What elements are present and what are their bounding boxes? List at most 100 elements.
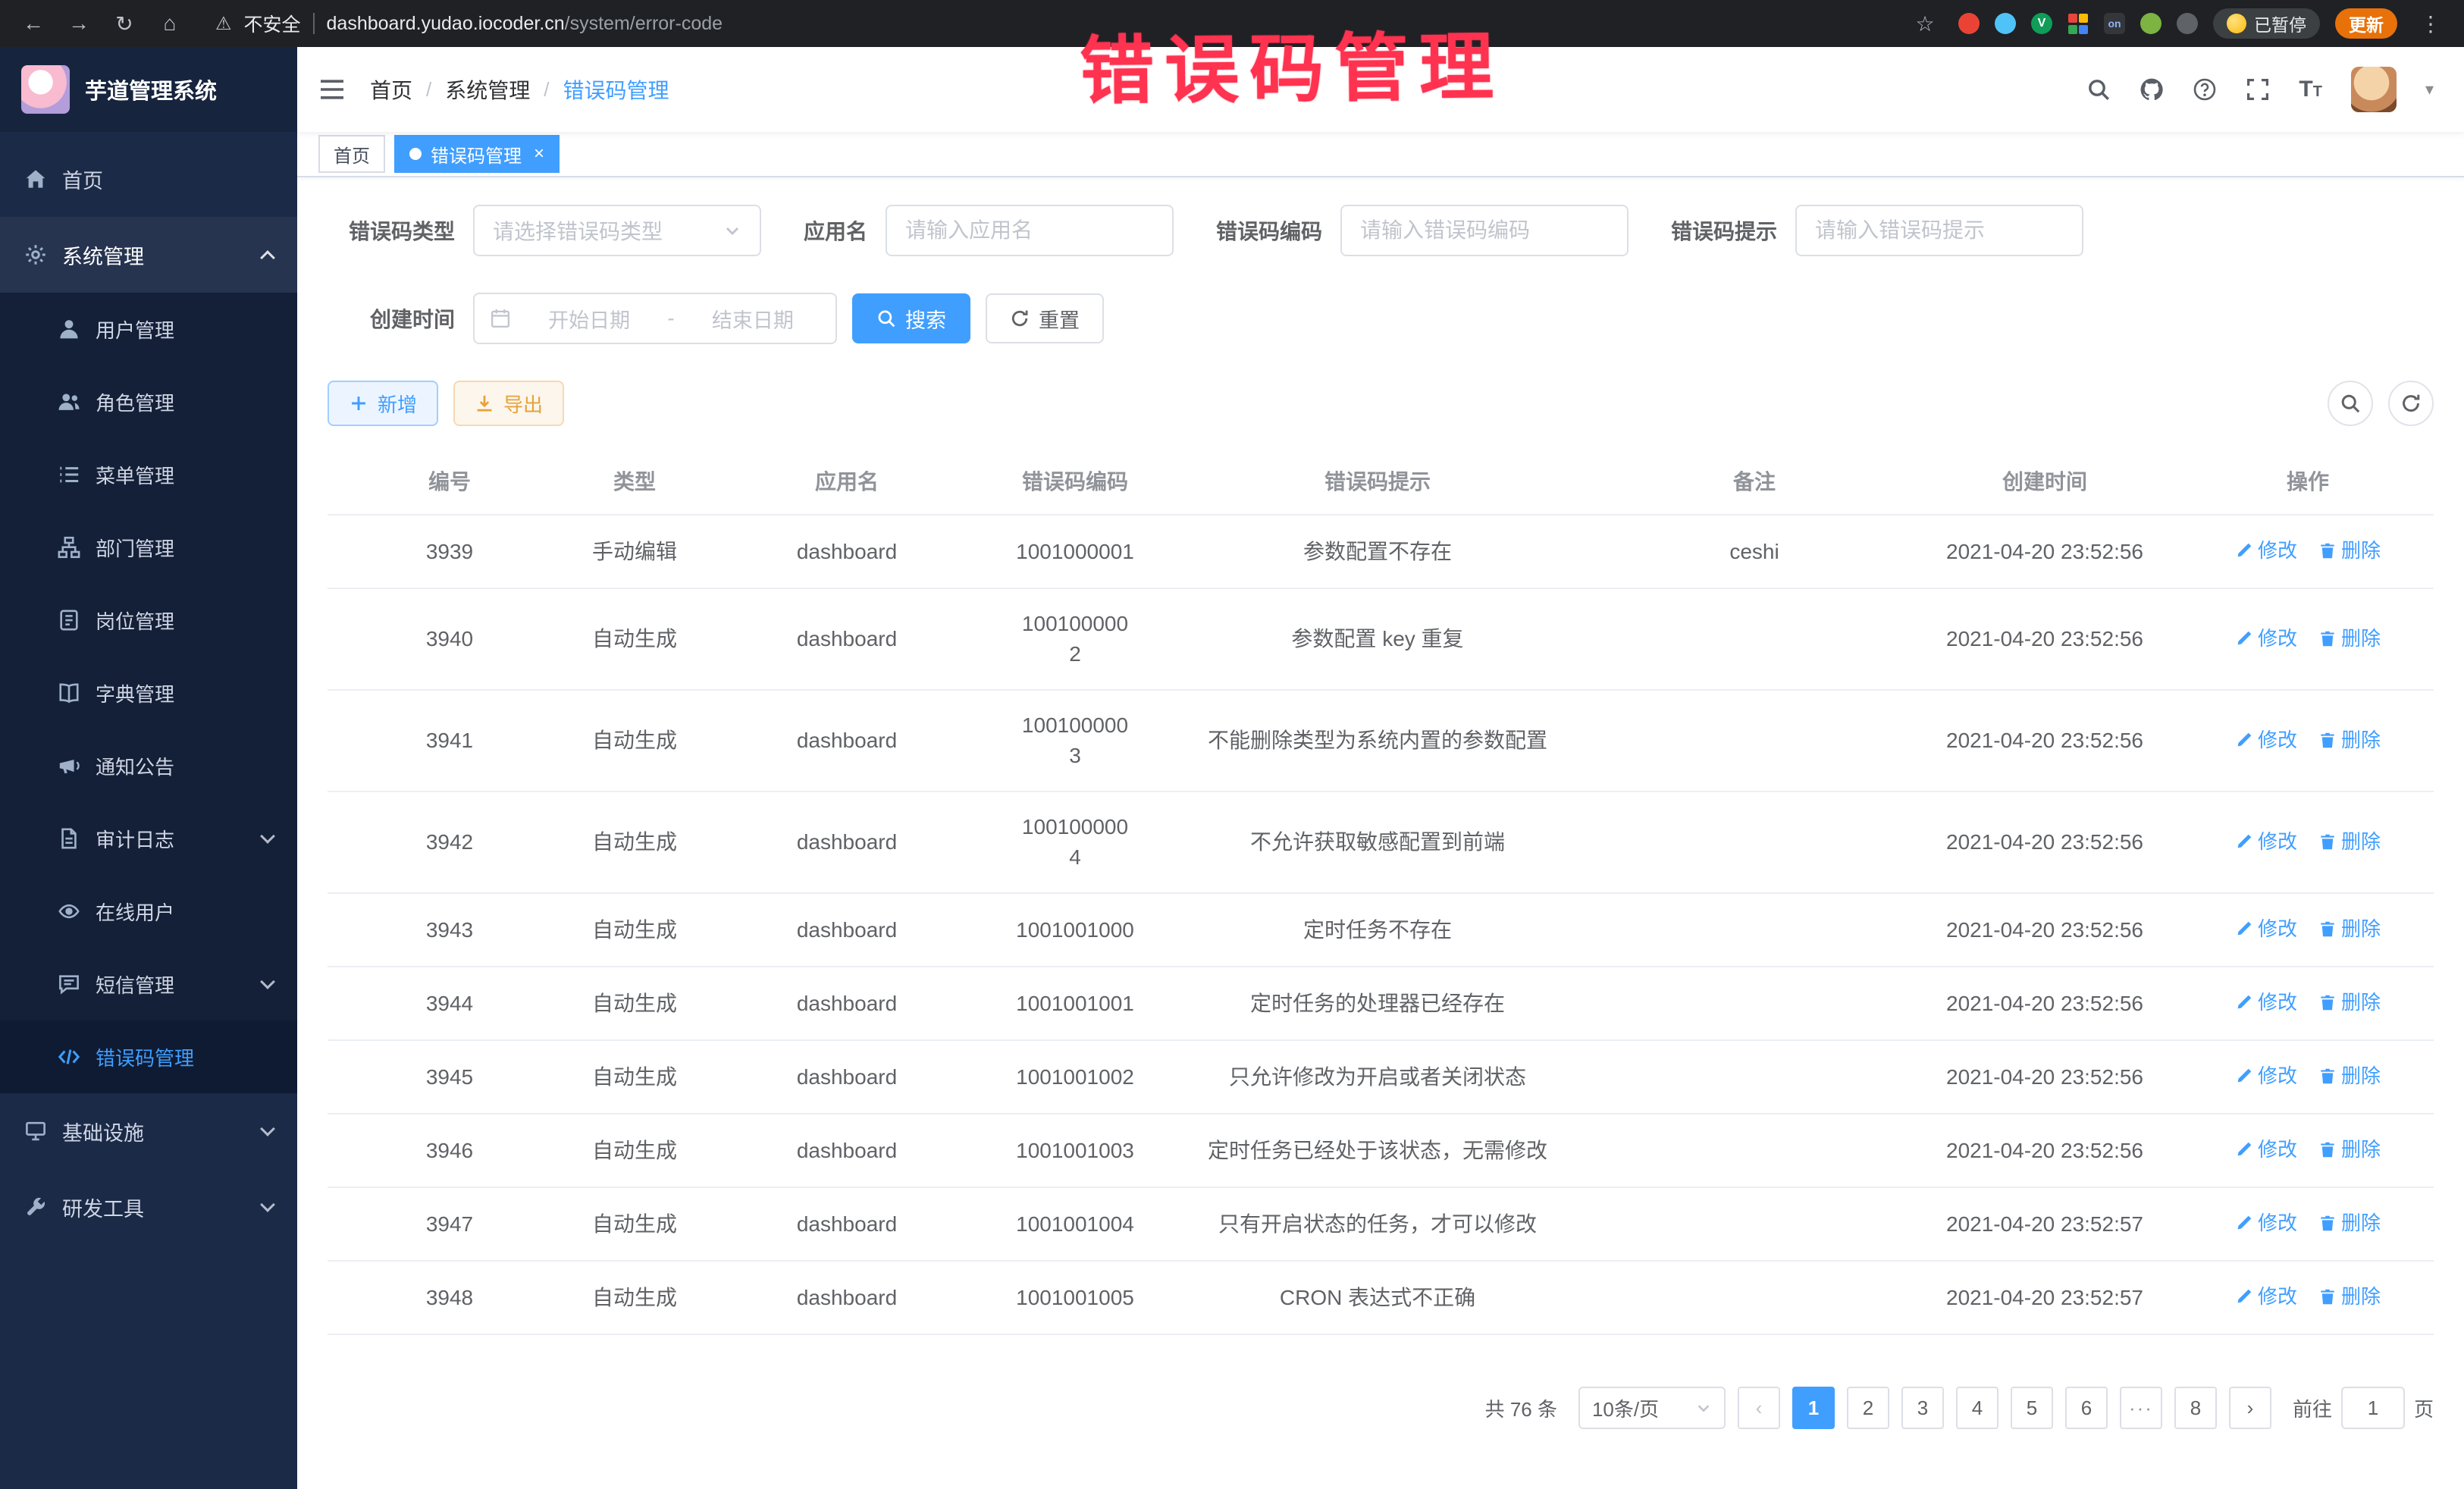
browser-home-icon[interactable]: ⌂ [152,5,188,42]
user-avatar[interactable] [2351,67,2397,112]
edit-link[interactable]: 修改 [2235,1208,2297,1238]
sidebar-item-error-code[interactable]: 错误码管理 [0,1020,297,1093]
page-button-1[interactable]: 1 [1792,1387,1835,1429]
breadcrumb-item[interactable]: 系统管理 [445,74,530,105]
page-button-3[interactable]: 3 [1901,1387,1944,1429]
error-code-input[interactable] [1340,205,1629,256]
app-name-input[interactable] [886,205,1174,256]
delete-link[interactable]: 删除 [2318,914,2381,944]
profile-paused-badge[interactable]: 已暂停 [2213,8,2320,39]
chevron-down-icon [260,1197,275,1212]
sidebar-item-audit-log[interactable]: 审计日志 [0,802,297,875]
show-search-button[interactable] [2328,381,2373,426]
delete-link[interactable]: 删除 [2318,1281,2381,1312]
page-button-6[interactable]: 6 [2065,1387,2108,1429]
extensions-puzzle-icon[interactable] [2067,13,2089,34]
sidebar-item-role[interactable]: 角色管理 [0,365,297,438]
sidebar-item-online-user[interactable]: 在线用户 [0,875,297,948]
reload-icon[interactable]: ↻ [106,5,143,42]
extension-icon[interactable] [1958,13,1980,34]
goto-page-input[interactable] [2341,1387,2405,1429]
fullscreen-icon[interactable] [2246,77,2270,102]
sidebar-item-system[interactable]: 系统管理 [0,217,297,293]
megaphone-icon [58,754,80,777]
edit-link[interactable]: 修改 [2235,1281,2297,1312]
edit-link[interactable]: 修改 [2235,914,2297,944]
extension-icon[interactable]: V [2031,13,2052,34]
export-button[interactable]: 导出 [453,381,564,426]
delete-link[interactable]: 删除 [2318,1134,2381,1165]
extension-icon[interactable] [2177,13,2198,34]
pager-ellipsis[interactable]: ··· [2120,1387,2162,1429]
update-button[interactable]: 更新 [2335,8,2397,39]
sidebar-item-dict[interactable]: 字典管理 [0,657,297,729]
refresh-table-button[interactable] [2388,381,2434,426]
delete-link[interactable]: 删除 [2318,623,2381,654]
error-hint-input[interactable] [1795,205,2083,256]
page-button-4[interactable]: 4 [1956,1387,1998,1429]
chevron-down-icon[interactable]: ▾ [2425,80,2434,99]
extension-icon[interactable] [2140,13,2161,34]
search-button[interactable]: 搜索 [852,293,970,343]
delete-link[interactable]: 删除 [2318,1061,2381,1091]
cell-remark [1601,792,1908,893]
edit-link[interactable]: 修改 [2235,826,2297,857]
bookmark-star-icon[interactable]: ☆ [1907,5,1943,42]
address-bar[interactable]: ⚠ 不安全 dashboard.yudao.iocoder.cn/system/… [200,10,1895,37]
back-icon[interactable]: ← [15,5,52,42]
cell-time: 2021-04-20 23:52:56 [1908,967,2182,1040]
add-button[interactable]: 新增 [328,381,438,426]
edit-link[interactable]: 修改 [2235,1134,2297,1165]
delete-link[interactable]: 删除 [2318,826,2381,857]
error-type-select[interactable]: 请选择错误码类型 [473,205,761,256]
sidebar-item-notice[interactable]: 通知公告 [0,729,297,802]
delete-link[interactable]: 删除 [2318,1208,2381,1238]
edit-link[interactable]: 修改 [2235,623,2297,654]
filter-time: 创建时间 开始日期 - 结束日期 [328,293,837,344]
next-page-button[interactable]: › [2229,1387,2271,1429]
github-icon[interactable] [2140,77,2164,102]
page-button-8[interactable]: 8 [2174,1387,2217,1429]
sidebar-item-post[interactable]: 岗位管理 [0,584,297,657]
delete-link[interactable]: 删除 [2318,535,2381,566]
tab-错误码管理[interactable]: 错误码管理× [394,135,560,173]
tab-首页[interactable]: 首页 [318,135,385,173]
sidebar-toggle-icon[interactable] [318,77,346,102]
edit-link[interactable]: 修改 [2235,725,2297,755]
extension-icon[interactable]: on [2104,13,2125,34]
cell-type: 自动生成 [572,1187,698,1261]
date-range-picker[interactable]: 开始日期 - 结束日期 [473,293,837,344]
reset-button[interactable]: 重置 [986,293,1104,343]
app-logo-row[interactable]: 芋道管理系统 [0,47,297,132]
extension-icon[interactable] [1995,13,2016,34]
reset-button-label: 重置 [1039,304,1080,334]
sidebar-item-dept[interactable]: 部门管理 [0,511,297,584]
edit-link[interactable]: 修改 [2235,987,2297,1017]
sidebar-item-sms[interactable]: 短信管理 [0,948,297,1020]
font-size-icon[interactable]: TT [2299,77,2322,102]
prev-page-button[interactable]: ‹ [1738,1387,1780,1429]
tab-close-icon[interactable]: × [534,145,544,163]
cell-type: 自动生成 [572,1040,698,1114]
delete-link[interactable]: 删除 [2318,987,2381,1017]
sidebar-item-user[interactable]: 用户管理 [0,293,297,365]
sidebar-item-infra[interactable]: 基础设施 [0,1093,297,1169]
chrome-menu-icon[interactable]: ⋮ [2412,5,2449,42]
forward-icon[interactable]: → [61,5,97,42]
edit-link[interactable]: 修改 [2235,1061,2297,1091]
page-size-select[interactable]: 10条/页 [1578,1387,1726,1429]
delete-link[interactable]: 删除 [2318,725,2381,755]
column-header: 创建时间 [1908,447,2182,515]
search-icon[interactable] [2086,77,2111,102]
sidebar-item-tools[interactable]: 研发工具 [0,1169,297,1245]
page-button-2[interactable]: 2 [1847,1387,1889,1429]
help-icon[interactable] [2193,77,2217,102]
breadcrumb-item[interactable]: 首页 [370,74,412,105]
cell-remark [1601,893,1908,967]
sidebar-item-home[interactable]: 首页 [0,141,297,217]
page-button-5[interactable]: 5 [2011,1387,2053,1429]
sidebar-item-menu[interactable]: 菜单管理 [0,438,297,511]
refresh-icon [1010,309,1030,328]
edit-link[interactable]: 修改 [2235,535,2297,566]
table-row: 3942自动生成dashboard100100000 4不允许获取敏感配置到前端… [328,792,2434,893]
